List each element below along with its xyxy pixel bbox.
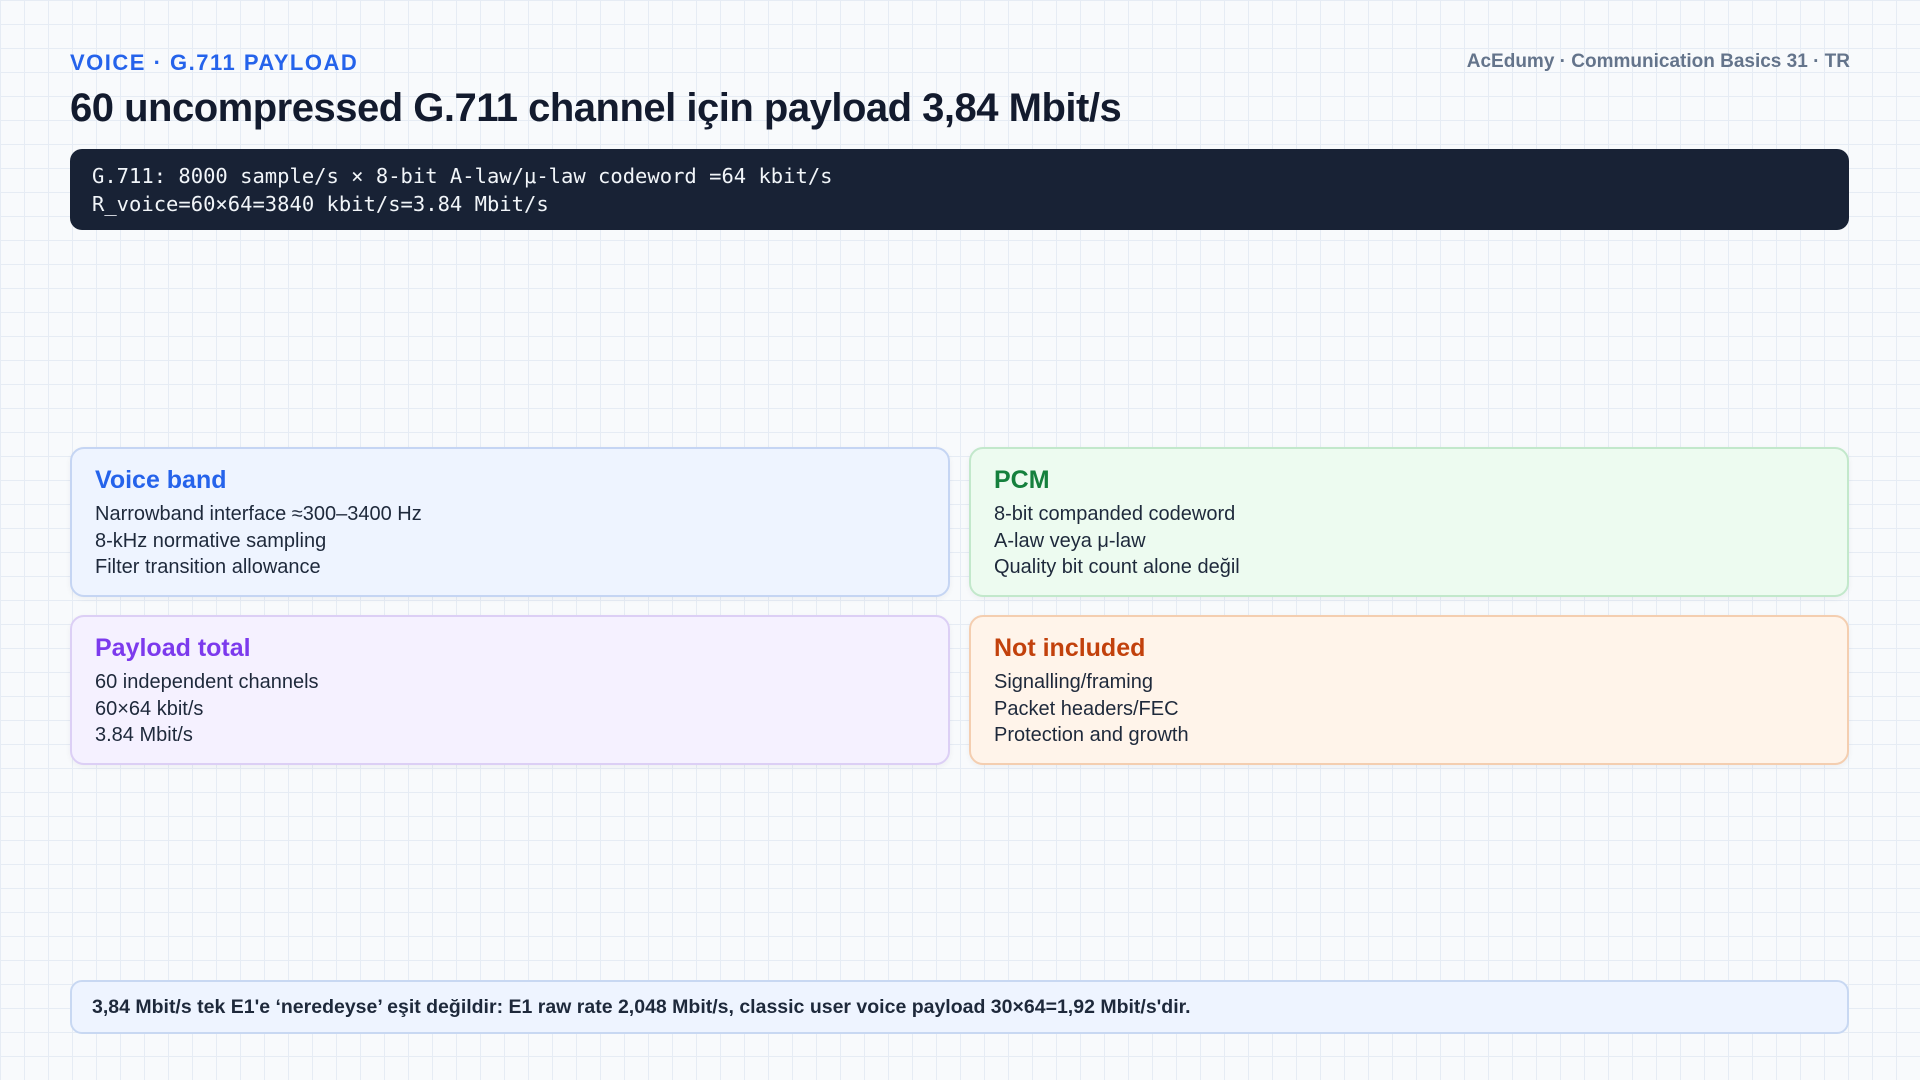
formula-line-1: G.711: 8000 sample/s × 8-bit A-law/μ-law… xyxy=(92,164,833,188)
footer-note: 3,84 Mbit/s tek E1'e ‘neredeyse’ eşit de… xyxy=(70,980,1849,1034)
formula-line-2: R_voice=60×64=3840 kbit/s=3.84 Mbit/s xyxy=(92,192,549,216)
payload-total-card: Payload total 60 independent channels 60… xyxy=(70,615,950,765)
voice-band-card: Voice band Narrowband interface ≈300–340… xyxy=(70,447,950,597)
card-title: Voice band xyxy=(95,466,227,494)
card-list: 8-bit companded codeword A-law veya μ-la… xyxy=(994,501,1824,581)
section-eyebrow: VOICE · G.711 PAYLOAD xyxy=(70,50,359,75)
card-title: Payload total xyxy=(95,634,251,662)
pcm-card: PCM 8-bit companded codeword A-law veya … xyxy=(969,447,1849,597)
card-item: A-law veya μ-law xyxy=(994,529,1146,552)
card-item: 8-kHz normative sampling xyxy=(95,529,327,552)
card-item: Protection and growth xyxy=(994,724,1189,746)
not-included-card: Not included Signalling/framing Packet h… xyxy=(969,615,1849,765)
card-item: 3.84 Mbit/s xyxy=(95,724,193,746)
card-item: 8-bit companded codeword xyxy=(994,503,1236,525)
card-list: Narrowband interface ≈300–3400 Hz 8-kHz … xyxy=(95,501,925,581)
card-list: Signalling/framing Packet headers/FEC Pr… xyxy=(994,669,1824,749)
formula-block: G.711: 8000 sample/s × 8-bit A-law/μ-law… xyxy=(70,149,1849,230)
page-title: 60 uncompressed G.711 channel için paylo… xyxy=(70,86,1122,130)
card-item: 60 independent channels xyxy=(95,671,319,693)
course-label: AcEdumy · Communication Basics 31 · TR xyxy=(1466,51,1850,72)
card-item: Narrowband interface ≈300–3400 Hz xyxy=(95,503,422,525)
card-title: PCM xyxy=(994,466,1050,494)
card-list: 60 independent channels 60×64 kbit/s 3.8… xyxy=(95,669,925,749)
card-item: Packet headers/FEC xyxy=(994,697,1179,720)
card-item: Quality bit count alone değil xyxy=(994,556,1240,578)
card-item: Filter transition allowance xyxy=(95,556,321,578)
card-item: Signalling/framing xyxy=(994,671,1153,693)
card-title: Not included xyxy=(994,634,1146,662)
card-item: 60×64 kbit/s xyxy=(95,697,204,720)
